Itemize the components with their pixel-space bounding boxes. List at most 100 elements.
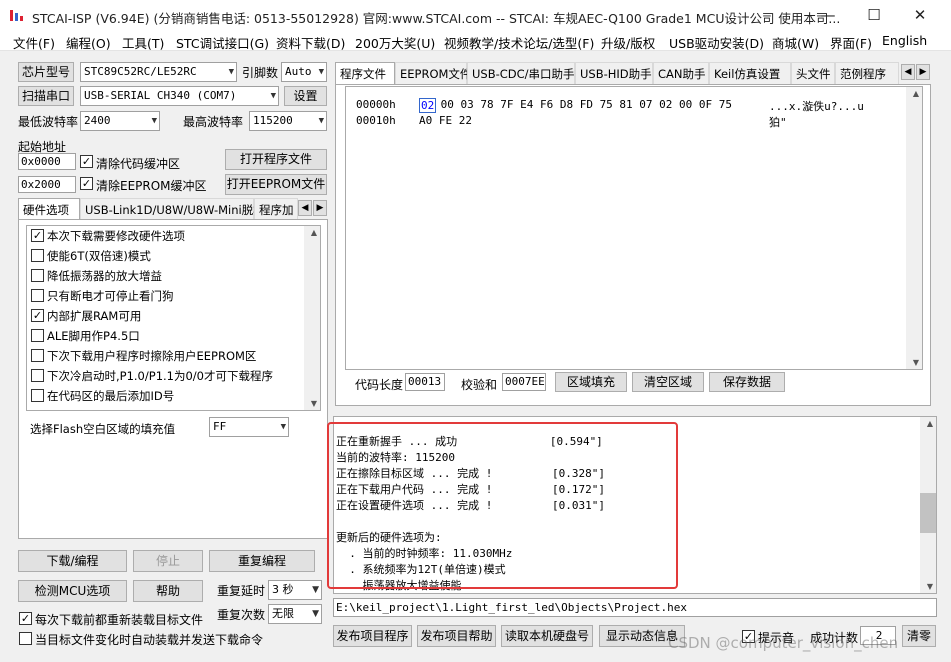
menu-upgrade[interactable]: 升级/版权 bbox=[601, 33, 655, 52]
clear-area-button[interactable]: 清空区域 bbox=[632, 372, 704, 392]
min-baud-select[interactable]: 2400 ▼ bbox=[80, 111, 160, 131]
hex-bytes[interactable]: A0 FE 22 bbox=[419, 114, 472, 127]
download-program-button[interactable]: 下载/编程 bbox=[18, 550, 127, 572]
help-button[interactable]: 帮助 bbox=[133, 580, 203, 602]
code-address-input[interactable]: 0x0000 bbox=[18, 153, 76, 170]
tab-keil[interactable]: Keil仿真设置 bbox=[709, 62, 791, 84]
option-label: ALE脚用作P4.5口 bbox=[47, 329, 140, 343]
publish-help-button[interactable]: 发布项目帮助 bbox=[417, 625, 496, 647]
app-logo-icon bbox=[9, 8, 25, 22]
hex-address: 00000h bbox=[356, 98, 396, 111]
menu-shop[interactable]: 商城(W) bbox=[772, 33, 819, 52]
tab-hardware-options[interactable]: 硬件选项 bbox=[18, 198, 80, 220]
open-program-file-button[interactable]: 打开程序文件 bbox=[225, 149, 327, 170]
menu-tools[interactable]: 工具(T) bbox=[122, 33, 164, 52]
max-baud-select[interactable]: 115200 ▼ bbox=[249, 111, 327, 131]
chip-type-button[interactable]: 芯片型号 bbox=[18, 62, 74, 82]
clear-code-checkbox[interactable]: ✓ bbox=[80, 155, 93, 168]
option-checkbox[interactable] bbox=[31, 349, 44, 362]
menu-file[interactable]: 文件(F) bbox=[13, 33, 55, 52]
scroll-up-icon[interactable]: ▲ bbox=[913, 89, 919, 98]
min-baud-label: 最低波特率 bbox=[18, 115, 79, 129]
menu-prize[interactable]: 200万大奖(U) bbox=[355, 33, 435, 52]
publish-program-button[interactable]: 发布项目程序 bbox=[333, 625, 412, 647]
option-checkbox[interactable]: ✓ bbox=[31, 229, 44, 242]
option-label: 在代码区的最后添加ID号 bbox=[47, 389, 175, 403]
tab-scroll-left-icon[interactable]: ◀ bbox=[298, 200, 312, 216]
open-eeprom-file-button[interactable]: 打开EEPROM文件 bbox=[225, 174, 327, 195]
scroll-down-icon[interactable]: ▼ bbox=[927, 582, 933, 591]
scan-port-button[interactable]: 扫描串口 bbox=[18, 86, 74, 106]
hex-ascii: ...x.漩佚u?...u bbox=[769, 100, 864, 113]
save-data-button[interactable]: 保存数据 bbox=[709, 372, 785, 392]
menu-english[interactable]: English bbox=[882, 33, 927, 48]
tab-scroll-right-icon[interactable]: ▶ bbox=[313, 200, 327, 216]
option-checkbox[interactable] bbox=[31, 269, 44, 282]
close-icon[interactable]: ✕ bbox=[897, 0, 943, 31]
tab-usb-link[interactable]: USB-Link1D/U8W/U8W-Mini脱机 bbox=[80, 198, 265, 220]
scroll-up-icon[interactable]: ▲ bbox=[927, 419, 933, 428]
chevron-down-icon: ▼ bbox=[312, 609, 319, 619]
option-label: 内部扩展RAM可用 bbox=[47, 309, 142, 323]
option-checkbox[interactable] bbox=[31, 249, 44, 262]
menu-interface[interactable]: 界面(F) bbox=[830, 33, 872, 52]
log-scroll-thumb[interactable] bbox=[920, 493, 936, 533]
repeat-delay-select[interactable]: 3 秒 ▼ bbox=[268, 580, 322, 600]
tab-header-file[interactable]: 头文件 bbox=[791, 62, 835, 84]
file-path-field[interactable]: E:\keil_project\1.Light_first_led\Object… bbox=[333, 598, 937, 617]
option-checkbox[interactable] bbox=[31, 389, 44, 402]
scroll-down-icon[interactable]: ▼ bbox=[311, 399, 317, 408]
tab-can[interactable]: CAN助手 bbox=[653, 62, 709, 84]
read-disk-button[interactable]: 读取本机硬盘号 bbox=[501, 625, 593, 647]
pin-count-select[interactable]: Auto ▼ bbox=[281, 62, 327, 82]
hex-scrollbar[interactable] bbox=[906, 87, 922, 369]
stop-button[interactable]: 停止 bbox=[133, 550, 203, 572]
chevron-down-icon: ▼ bbox=[280, 422, 286, 432]
port-select[interactable]: USB-SERIAL CH340 (COM7) ▼ bbox=[80, 86, 279, 106]
menu-bar: 文件(F) 编程(O) 工具(T) STC调试接口(G) 资料下载(D) 200… bbox=[0, 31, 951, 51]
menu-download[interactable]: 资料下载(D) bbox=[276, 33, 345, 52]
tab-scroll-left-icon[interactable]: ◀ bbox=[901, 64, 915, 80]
scroll-up-icon[interactable]: ▲ bbox=[311, 228, 317, 237]
menu-program[interactable]: 编程(O) bbox=[66, 33, 111, 52]
eeprom-address-input[interactable]: 0x2000 bbox=[18, 176, 76, 193]
chip-type-select[interactable]: STC89C52RC/LE52RC ▼ bbox=[80, 62, 237, 82]
option-checkbox[interactable] bbox=[31, 369, 44, 382]
tab-usb-hid[interactable]: USB-HID助手 bbox=[575, 62, 653, 84]
menu-video[interactable]: 视频教学/技术论坛/选型(F) bbox=[444, 33, 594, 52]
repeat-count-select[interactable]: 无限 ▼ bbox=[268, 604, 322, 624]
fill-area-button[interactable]: 区域填充 bbox=[555, 372, 627, 392]
auto-send-checkbox[interactable] bbox=[19, 632, 32, 645]
reload-file-checkbox[interactable]: ✓ bbox=[19, 612, 32, 625]
menu-usb-driver[interactable]: USB驱动安装(D) bbox=[669, 33, 764, 52]
repeat-program-button[interactable]: 重复编程 bbox=[209, 550, 315, 572]
tab-examples[interactable]: 范例程序 bbox=[835, 62, 899, 84]
option-label: 本次下载需要修改硬件选项 bbox=[47, 229, 185, 243]
settings-button[interactable]: 设置 bbox=[284, 86, 327, 106]
option-checkbox[interactable] bbox=[31, 289, 44, 302]
option-checkbox[interactable] bbox=[31, 329, 44, 342]
tab-usb-cdc[interactable]: USB-CDC/串口助手 bbox=[467, 62, 575, 84]
repeat-count-label: 重复次数 bbox=[217, 608, 266, 622]
maximize-icon[interactable]: ☐ bbox=[851, 0, 897, 31]
menu-debug[interactable]: STC调试接口(G) bbox=[176, 33, 269, 52]
pin-count-label: 引脚数 bbox=[242, 66, 279, 80]
chevron-down-icon: ▼ bbox=[318, 67, 324, 77]
tab-program-file[interactable]: 程序文件 bbox=[335, 62, 395, 84]
options-scrollbar[interactable] bbox=[304, 226, 320, 410]
option-checkbox[interactable]: ✓ bbox=[31, 309, 44, 322]
option-label: 降低振荡器的放大增益 bbox=[47, 269, 162, 283]
chevron-down-icon: ▼ bbox=[151, 116, 157, 126]
scroll-down-icon[interactable]: ▼ bbox=[913, 358, 919, 367]
tab-program-add[interactable]: 程序加 bbox=[254, 198, 298, 220]
clear-code-label: 清除代码缓冲区 bbox=[96, 157, 181, 171]
minimize-icon[interactable]: — bbox=[805, 0, 851, 31]
tab-eeprom-file[interactable]: EEPROM文件 bbox=[395, 62, 471, 84]
fill-value-select[interactable]: FF ▼ bbox=[209, 417, 289, 437]
tab-scroll-right-icon[interactable]: ▶ bbox=[916, 64, 930, 80]
check-mcu-button[interactable]: 检测MCU选项 bbox=[18, 580, 127, 602]
option-label: 下次下载用户程序时擦除用户EEPROM区 bbox=[47, 349, 257, 363]
code-length-label: 代码长度 bbox=[355, 378, 404, 392]
hex-bytes[interactable]: 00 03 78 7F E4 F6 D8 FD 75 81 07 02 00 0… bbox=[434, 98, 732, 111]
clear-eeprom-checkbox[interactable]: ✓ bbox=[80, 177, 93, 190]
